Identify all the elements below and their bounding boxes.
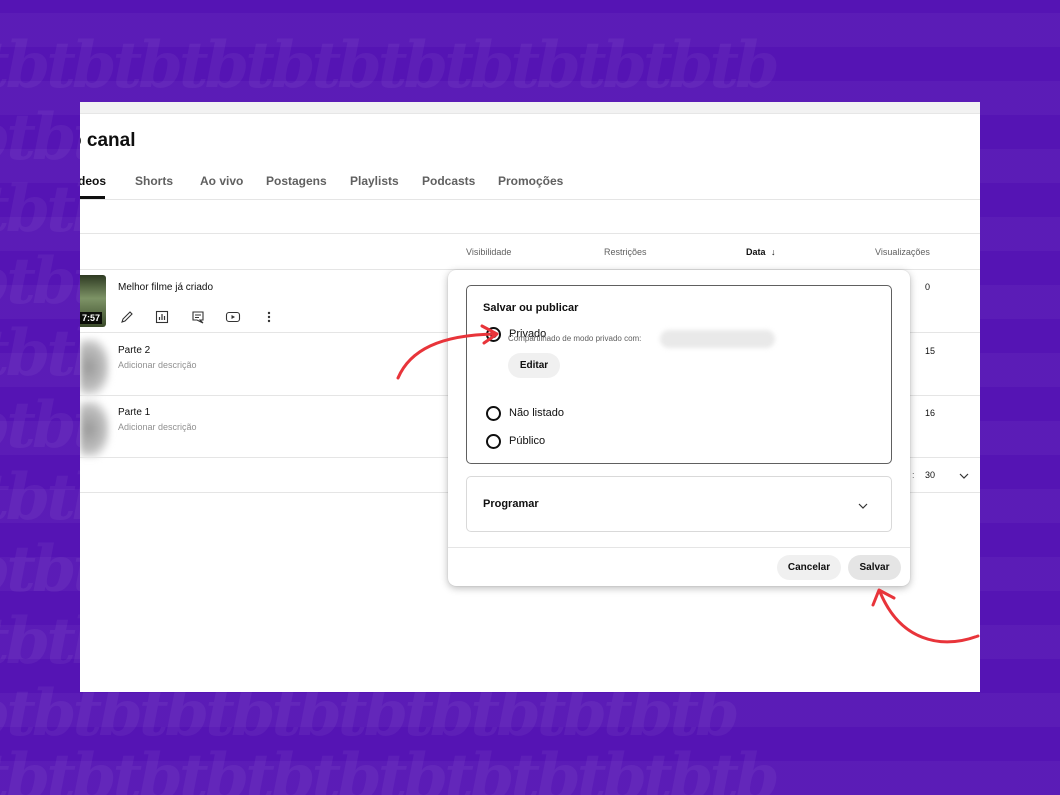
radio-unchecked-icon[interactable]	[486, 433, 501, 449]
option-public[interactable]: Público	[486, 433, 545, 449]
rows-per-page-value[interactable]: 30	[925, 470, 935, 480]
tab-videos[interactable]: deos	[80, 174, 106, 188]
cancel-button[interactable]: Cancelar	[777, 555, 841, 580]
pencil-icon[interactable]	[118, 308, 136, 326]
tab-playlists[interactable]: Playlists	[350, 174, 399, 188]
shared-privately-text: Compartilhado de modo privado com:	[508, 334, 642, 343]
option-label: Não listado	[509, 407, 565, 419]
more-vert-icon[interactable]	[260, 308, 278, 326]
video-description[interactable]: Adicionar descrição	[118, 422, 197, 432]
schedule-section[interactable]: Programar	[466, 476, 892, 532]
divider	[80, 233, 980, 234]
column-date-label: Data	[746, 247, 766, 257]
video-thumbnail[interactable]	[80, 338, 110, 396]
tab-live[interactable]: Ao vivo	[200, 174, 243, 188]
divider	[448, 547, 910, 548]
section-title: Salvar ou publicar	[483, 302, 579, 314]
video-views: 15	[925, 346, 936, 356]
comments-icon[interactable]	[189, 308, 207, 326]
page-title: o canal	[80, 130, 136, 151]
analytics-icon[interactable]	[153, 308, 171, 326]
video-title[interactable]: Melhor filme já criado	[118, 282, 213, 293]
column-views[interactable]: Visualizações	[875, 247, 930, 257]
pager-separator: :	[912, 470, 915, 480]
chevron-down-icon[interactable]	[857, 498, 869, 516]
video-description[interactable]: Adicionar descrição	[118, 360, 197, 370]
column-restrictions[interactable]: Restrições	[604, 247, 647, 257]
video-thumbnail[interactable]: 7:57	[80, 275, 106, 327]
option-unlisted[interactable]: Não listado	[486, 405, 564, 421]
radio-checked-icon[interactable]	[486, 326, 501, 342]
tab-promotions[interactable]: Promoções	[498, 174, 563, 188]
video-thumbnail[interactable]	[80, 400, 110, 458]
video-title[interactable]: Parte 2	[118, 345, 150, 356]
column-date[interactable]: Data ↓	[746, 247, 776, 257]
option-label: Público	[509, 435, 546, 447]
tab-shorts[interactable]: Shorts	[135, 174, 173, 188]
save-button[interactable]: Salvar	[848, 555, 901, 580]
tab-posts[interactable]: Postagens	[266, 174, 327, 188]
divider	[80, 199, 980, 200]
column-visibility[interactable]: Visibilidade	[466, 247, 511, 257]
schedule-title: Programar	[483, 498, 539, 510]
edit-button[interactable]: Editar	[508, 353, 560, 378]
arrow-down-icon: ↓	[771, 247, 776, 257]
tab-podcasts[interactable]: Podcasts	[422, 174, 475, 188]
blurred-email	[660, 330, 775, 348]
top-strip	[80, 102, 980, 114]
youtube-icon[interactable]	[224, 308, 242, 326]
radio-unchecked-icon[interactable]	[486, 405, 501, 421]
visibility-dialog: Salvar ou publicar Privado Compartilhado…	[448, 270, 910, 586]
video-duration: 7:57	[80, 312, 103, 324]
video-title[interactable]: Parte 1	[118, 407, 150, 418]
video-views: 16	[925, 408, 936, 418]
chevron-down-icon[interactable]	[958, 468, 970, 486]
video-views: 0	[925, 282, 931, 292]
